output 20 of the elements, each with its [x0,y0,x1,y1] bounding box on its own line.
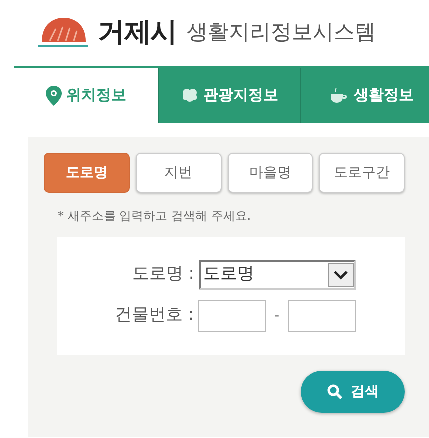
search-icon [327,384,343,400]
building-sub-number-field[interactable] [288,300,356,332]
road-name-select[interactable]: 도로명 [198,260,356,290]
instruction-note: * 새주소를 입력하고 검색해 주세요. [58,208,252,225]
location-pin-icon [46,86,62,106]
search-type-tab[interactable]: 마을명 [228,153,314,193]
search-button[interactable]: 검색 [301,371,405,413]
coffee-cup-icon [329,86,349,104]
road-name-label: 도로명 : [131,263,194,286]
search-type-tab[interactable]: 도로명 [44,153,130,193]
building-number-label: 건물번호 : [114,304,194,328]
search-type-tab[interactable]: 지번 [136,153,222,193]
system-title: 생활지리정보시스템 [186,19,376,46]
search-type-tab[interactable]: 도로구간 [319,153,405,193]
nav-tab[interactable]: 생활정보 [300,68,429,123]
building-main-number-field[interactable] [198,300,266,332]
nav-tab[interactable]: 관광지정보 [158,68,300,123]
separator-dash: - [273,306,281,326]
city-name: 거제시 [98,16,177,50]
clover-icon [180,88,198,104]
